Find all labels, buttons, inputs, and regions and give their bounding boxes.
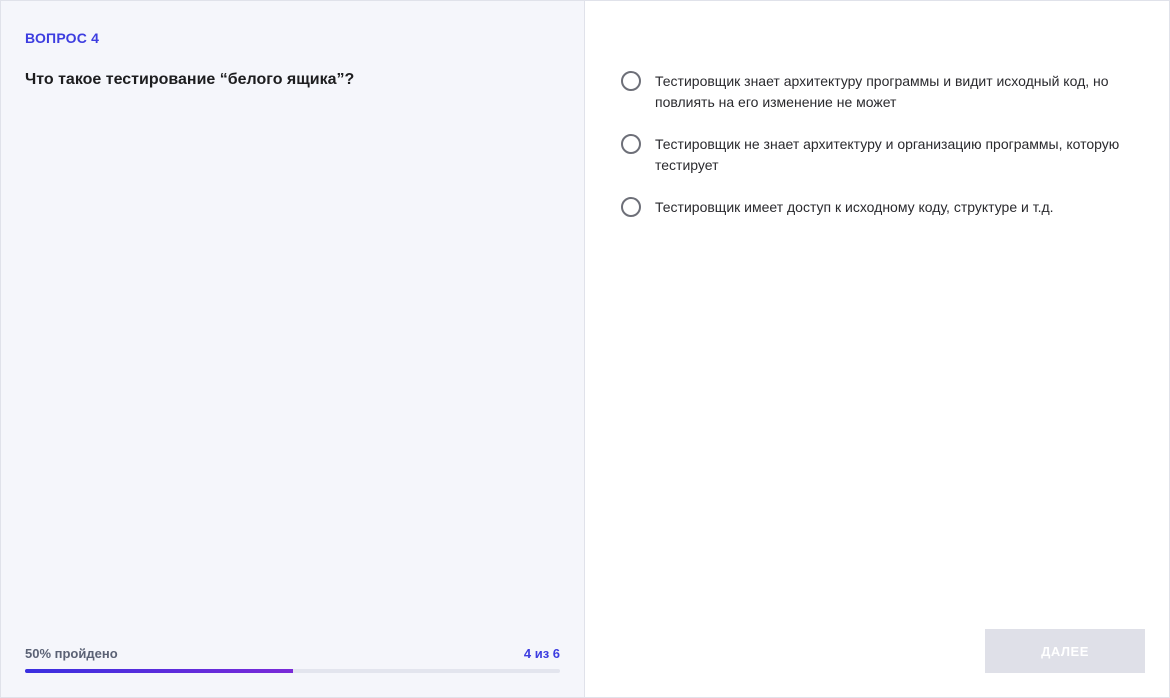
answer-options: Тестировщик знает архитектуру программы … [621,71,1139,240]
next-button[interactable]: ДАЛЕЕ [985,629,1145,673]
radio-button-icon[interactable] [621,197,641,217]
answer-option-label: Тестировщик имеет доступ к исходному код… [655,199,1054,215]
answer-option[interactable]: Тестировщик знает архитектуру программы … [621,71,1139,112]
answers-panel: Тестировщик знает архитектуру программы … [585,1,1169,697]
answer-option-label: Тестировщик не знает архитектуру и орган… [655,136,1120,173]
answer-option[interactable]: Тестировщик не знает архитектуру и орган… [621,134,1139,175]
progress-bar-fill [25,669,293,673]
question-text: Что такое тестирование “белого ящика”? [25,71,355,88]
answer-option[interactable]: Тестировщик имеет доступ к исходному код… [621,197,1139,218]
progress-count: 4 из 6 [523,646,560,661]
question-panel: ВОПРОС 4 Что такое тестирование “белого … [1,1,585,697]
answer-option-label: Тестировщик знает архитектуру программы … [655,73,1109,110]
radio-button-icon[interactable] [621,71,641,91]
quiz-card: ВОПРОС 4 Что такое тестирование “белого … [0,0,1170,698]
progress-bar [25,669,560,673]
question-number: ВОПРОС 4 [25,30,100,46]
progress-label: 50% пройдено [25,646,118,661]
radio-button-icon[interactable] [621,134,641,154]
